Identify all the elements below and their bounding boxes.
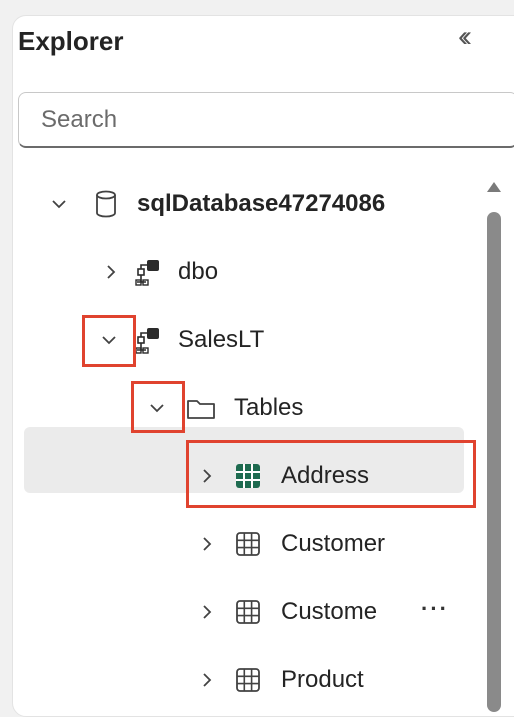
chevron-right-icon[interactable] (192, 529, 222, 559)
tree-item-label: Product (281, 666, 364, 693)
tree-item-database[interactable]: sqlDatabase47274086 (0, 172, 514, 236)
more-options-icon[interactable]: ··· (421, 596, 449, 622)
chevron-right-icon[interactable] (96, 257, 126, 287)
search-input[interactable] (18, 92, 514, 148)
double-chevron-left-icon[interactable]: ‹‹ (458, 22, 472, 52)
schema-icon (133, 324, 165, 356)
tree-item-saleslt[interactable]: SalesLT (0, 308, 514, 372)
tree-item-label: SalesLT (178, 326, 265, 353)
highlight-address-row (186, 440, 476, 508)
chevron-right-icon[interactable] (192, 597, 222, 627)
scrollbar-thumb[interactable] (487, 212, 501, 712)
highlight-tables-chevron (131, 381, 185, 433)
tree-item-label: sqlDatabase47274086 (137, 190, 386, 217)
tree-item-label: Custome (281, 598, 378, 625)
scroll-up-arrow-icon[interactable] (487, 182, 501, 192)
folder-icon (185, 392, 217, 424)
highlight-saleslt-chevron (82, 315, 136, 367)
table-icon (232, 596, 264, 628)
tree-item-table-product[interactable]: Product (0, 648, 514, 712)
table-icon (232, 664, 264, 696)
tree-item-label: Customer (281, 530, 386, 557)
tree-item-label: dbo (178, 258, 219, 285)
chevron-right-icon[interactable] (192, 665, 222, 695)
table-icon (232, 528, 264, 560)
schema-icon (133, 256, 165, 288)
chevron-down-icon[interactable] (44, 189, 74, 219)
tree-item-table-customer[interactable]: Customer (0, 512, 514, 576)
explorer-title: Explorer (18, 26, 124, 56)
database-icon (90, 188, 122, 220)
tree-item-dbo[interactable]: dbo (0, 240, 514, 304)
